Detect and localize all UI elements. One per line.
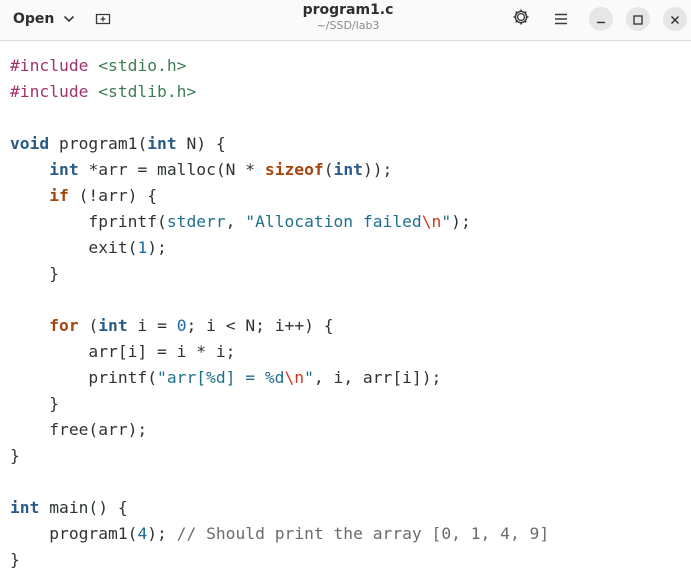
code-line[interactable]: }	[10, 443, 549, 469]
open-label: Open	[13, 10, 55, 27]
code-text-token: ,	[225, 212, 246, 231]
maximize-icon	[633, 10, 643, 29]
string-token: "	[441, 212, 452, 231]
main-menu-button[interactable]	[549, 7, 573, 31]
code-line[interactable]: }	[10, 261, 549, 287]
code-line[interactable]: program1(4); // Should print the array […	[10, 521, 549, 547]
header-bar: Open program1.c ~/SSD/lab3	[0, 0, 691, 41]
code-text-token: *arr = malloc(N *	[78, 160, 265, 179]
code-text-token: (	[78, 316, 99, 335]
code-line[interactable]: #include <stdio.h>	[10, 53, 549, 79]
number-literal-token: 0	[176, 316, 187, 335]
number-literal-token: 1	[137, 238, 148, 257]
file-path: ~/SSD/lab3	[316, 19, 380, 32]
code-text-token: , i, arr[i]);	[313, 368, 442, 387]
escape-sequence-token: \n	[421, 212, 442, 231]
code-editor[interactable]: #include <stdio.h> #include <stdlib.h> voi…	[0, 42, 691, 575]
open-button[interactable]: Open	[5, 6, 83, 31]
type-keyword-token: int	[10, 498, 40, 517]
file-title: program1.c	[302, 2, 394, 18]
keyword-token: if	[49, 186, 69, 205]
settings-button[interactable]	[509, 7, 533, 31]
code-text-token: main() {	[39, 498, 128, 517]
string-token: stderr	[166, 212, 226, 231]
code-text-token: N) {	[176, 134, 226, 153]
keyword-token: for	[49, 316, 79, 335]
include-path-token: <stdlib.h>	[98, 82, 197, 101]
code-text-token: arr[i] = i * i;	[10, 342, 236, 361]
close-icon	[670, 10, 680, 29]
code-text-token: i =	[127, 316, 177, 335]
code-line[interactable]: void program1(int N) {	[10, 131, 549, 157]
new-tab-button[interactable]	[91, 8, 115, 30]
code-line[interactable]: exit(1);	[10, 235, 549, 261]
chevron-down-icon	[63, 15, 75, 23]
code-text-token: ));	[362, 160, 393, 179]
code-line[interactable]: }	[10, 547, 549, 573]
code-text-token: exit(	[10, 238, 138, 257]
code-line[interactable]: int main() {	[10, 495, 549, 521]
comment-token: // Should print the array [0, 1, 4, 9]	[176, 524, 550, 543]
type-keyword-token: int	[49, 160, 79, 179]
code-line[interactable]: if (!arr) {	[10, 183, 549, 209]
type-keyword-token: int	[333, 160, 363, 179]
code-line[interactable]	[10, 469, 549, 495]
code-text-token: );	[147, 238, 167, 257]
code-line[interactable]: int *arr = malloc(N * sizeof(int));	[10, 157, 549, 183]
source-code[interactable]: #include <stdio.h> #include <stdlib.h> voi…	[10, 53, 549, 573]
new-tab-icon	[95, 10, 111, 29]
code-text-token: );	[451, 212, 471, 231]
code-text-token: program1(	[49, 134, 148, 153]
close-button[interactable]	[663, 7, 687, 31]
type-keyword-token: int	[98, 316, 128, 335]
code-text-token: fprintf(	[10, 212, 167, 231]
include-path-token: <stdio.h>	[98, 56, 187, 75]
minimize-icon	[596, 10, 606, 29]
code-text-token: }	[10, 394, 60, 413]
escape-sequence-token: \n	[284, 368, 305, 387]
code-text-token: printf(	[10, 368, 158, 387]
maximize-button[interactable]	[626, 7, 650, 31]
code-line[interactable]: for (int i = 0; i < N; i++) {	[10, 313, 549, 339]
string-token: "	[304, 368, 314, 387]
code-line[interactable]: arr[i] = i * i;	[10, 339, 549, 365]
code-line[interactable]: free(arr);	[10, 417, 549, 443]
code-text-token: program1(	[10, 524, 138, 543]
code-line[interactable]	[10, 105, 549, 131]
string-token: "Allocation failed	[245, 212, 422, 231]
code-text-token: }	[10, 264, 60, 283]
code-line[interactable]: printf("arr[%d] = %d\n", i, arr[i]);	[10, 365, 549, 391]
hamburger-menu-icon	[554, 10, 568, 29]
minimize-button[interactable]	[589, 7, 613, 31]
code-text-token: (!arr) {	[68, 186, 158, 205]
code-text-token: (	[323, 160, 334, 179]
code-text-token: );	[147, 524, 177, 543]
type-keyword-token: int	[147, 134, 177, 153]
number-literal-token: 4	[137, 524, 148, 543]
preprocessor-token: #include	[10, 56, 99, 75]
settings-gear-icon	[512, 8, 530, 30]
code-text-token: free(arr);	[10, 420, 148, 439]
code-line[interactable]: }	[10, 391, 549, 417]
code-text-token: }	[10, 550, 20, 569]
code-line[interactable]	[10, 287, 549, 313]
code-line[interactable]: #include <stdlib.h>	[10, 79, 549, 105]
code-text-token: }	[10, 446, 20, 465]
code-line[interactable]: fprintf(stderr, "Allocation failed\n");	[10, 209, 549, 235]
preprocessor-token: #include	[10, 82, 99, 101]
string-token: "arr[%d] = %d	[157, 368, 285, 387]
type-keyword-token: void	[10, 134, 50, 153]
code-text-token: ; i < N; i++) {	[186, 316, 334, 335]
keyword-token: sizeof	[264, 160, 324, 179]
window-title-block: program1.c ~/SSD/lab3	[248, 2, 448, 33]
